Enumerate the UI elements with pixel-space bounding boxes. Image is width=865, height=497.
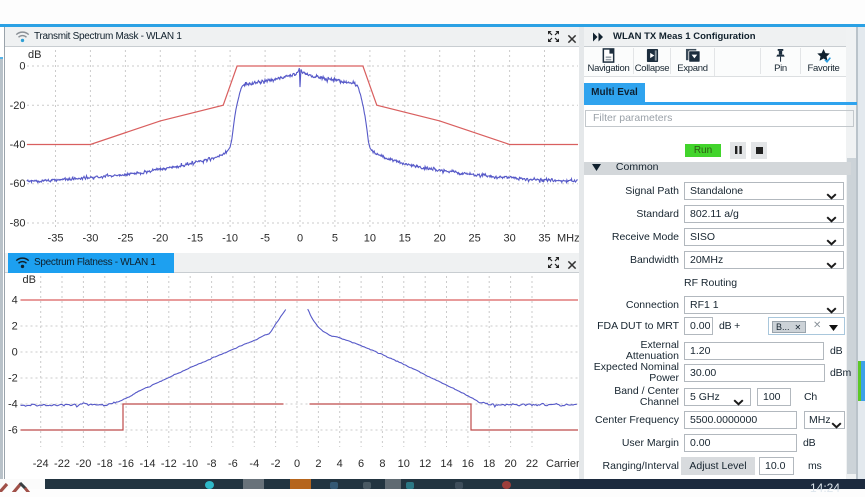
svg-text:-22: -22 [54,458,70,470]
svg-text:-5: -5 [260,233,270,245]
svg-text:-6: -6 [8,425,18,437]
svg-text:10: 10 [364,233,376,245]
svg-text:-24: -24 [33,458,49,470]
svg-text:0: 0 [12,347,18,359]
svg-text:-20: -20 [152,233,168,245]
svg-text:4: 4 [337,458,343,470]
svg-text:18: 18 [483,458,495,470]
svg-text:-6: -6 [228,458,238,470]
svg-text:10: 10 [398,458,410,470]
svg-text:-14: -14 [140,458,156,470]
svg-text:-20: -20 [10,100,26,112]
svg-text:-10: -10 [182,458,198,470]
svg-text:14: 14 [440,458,452,470]
svg-text:-35: -35 [48,233,64,245]
svg-text:-16: -16 [118,458,134,470]
svg-text:0: 0 [19,61,25,73]
svg-text:16: 16 [462,458,474,470]
svg-text:2: 2 [315,458,321,470]
svg-text:4: 4 [12,295,18,307]
svg-text:2: 2 [12,321,18,333]
svg-text:5: 5 [332,233,338,245]
svg-text:-40: -40 [10,139,26,151]
svg-text:20: 20 [504,458,516,470]
svg-text:-18: -18 [97,458,113,470]
svg-text:-80: -80 [10,218,26,230]
svg-text:20: 20 [434,233,446,245]
svg-text:-25: -25 [117,233,133,245]
svg-text:0: 0 [294,458,300,470]
svg-text:-20: -20 [75,458,91,470]
svg-text:-2: -2 [8,373,18,385]
svg-text:-30: -30 [82,233,98,245]
svg-text:-4: -4 [8,399,18,411]
svg-text:-2: -2 [271,458,281,470]
svg-text:dB: dB [23,274,36,286]
svg-text:-60: -60 [10,178,26,190]
svg-text:8: 8 [379,458,385,470]
svg-text:-15: -15 [187,233,203,245]
svg-text:6: 6 [358,458,364,470]
svg-text:-12: -12 [161,458,177,470]
svg-text:-4: -4 [249,458,259,470]
svg-text:15: 15 [399,233,411,245]
svg-text:12: 12 [419,458,431,470]
svg-text:dB: dB [28,49,41,61]
svg-text:-8: -8 [207,458,217,470]
svg-text:30: 30 [503,233,515,245]
svg-text:-10: -10 [222,233,238,245]
svg-text:0: 0 [297,233,303,245]
svg-text:25: 25 [468,233,480,245]
